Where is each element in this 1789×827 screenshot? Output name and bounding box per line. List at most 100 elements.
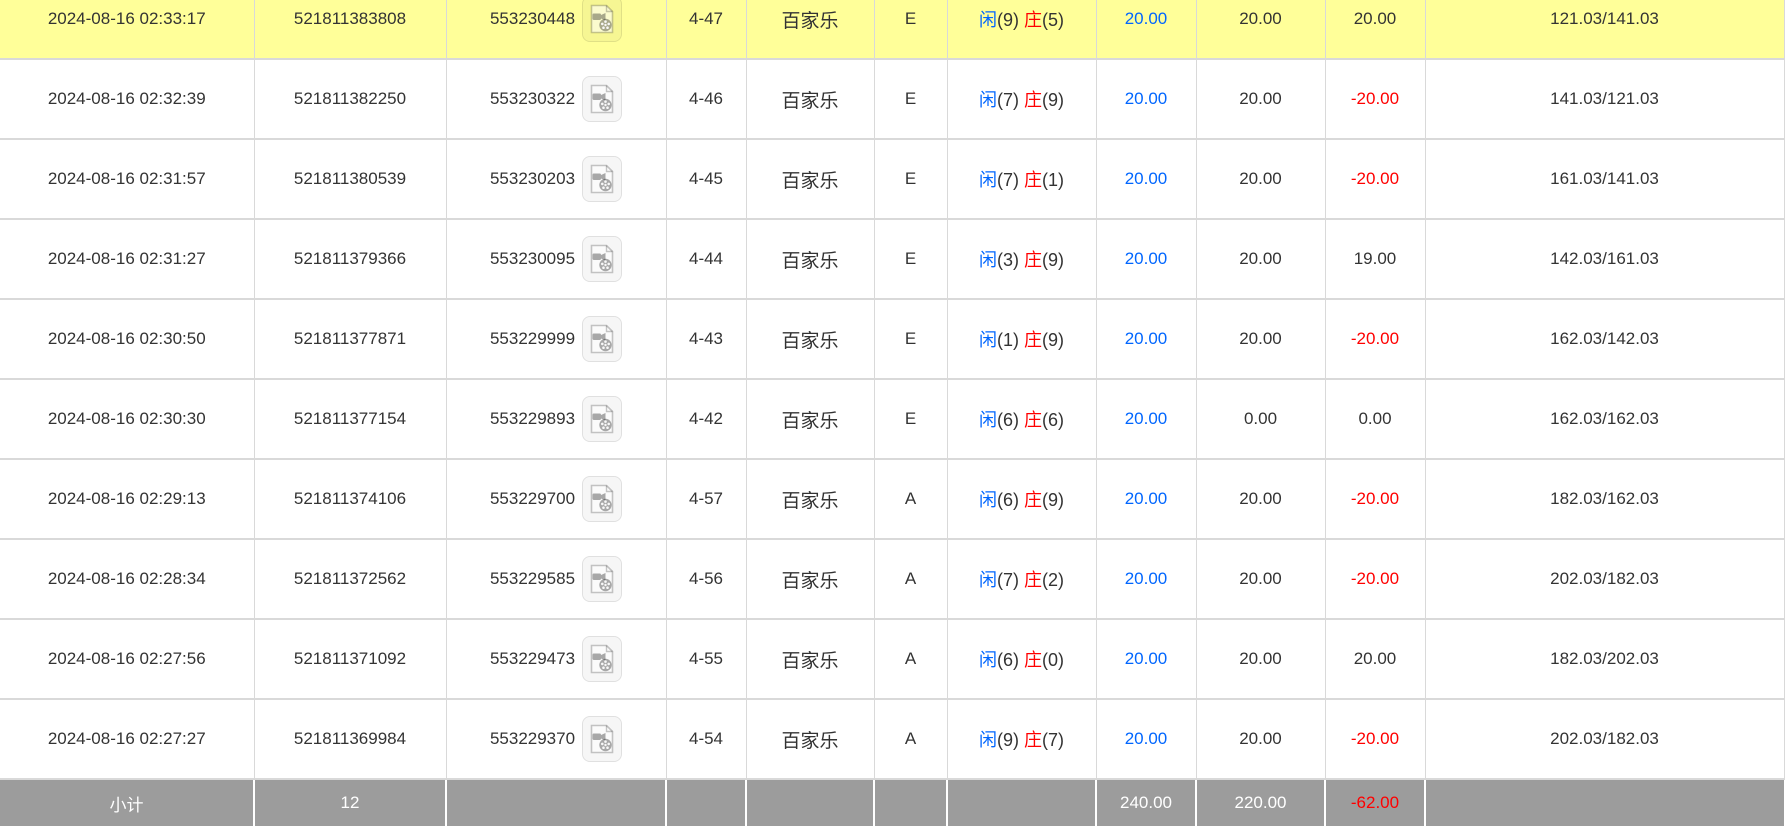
game-id-cell: 553229893 xyxy=(446,379,666,459)
video-replay-button[interactable] xyxy=(582,636,622,682)
video-replay-button[interactable] xyxy=(582,556,622,602)
game-name: 百家乐 xyxy=(746,0,874,59)
table-row: 2024-08-16 02:28:34 521811372562 5532295… xyxy=(0,539,1784,619)
game-id-cell: 553230322 xyxy=(446,59,666,139)
video-replay-button[interactable] xyxy=(582,236,622,282)
player-label: 闲 xyxy=(979,90,997,110)
bet-id: 521811383808 xyxy=(254,0,446,59)
player-score: (6) xyxy=(997,410,1019,430)
bet-amount-link[interactable]: 20.00 xyxy=(1125,649,1168,668)
film-document-icon xyxy=(589,4,615,34)
table-letter: E xyxy=(874,139,947,219)
shoe-round: 4-47 xyxy=(666,0,746,59)
player-label: 闲 xyxy=(979,570,997,590)
table-letter: A xyxy=(874,459,947,539)
shoe-round: 4-57 xyxy=(666,459,746,539)
game-result: 闲(9) 庄(7) xyxy=(947,699,1096,779)
banker-score: (9) xyxy=(1042,90,1064,110)
valid-amount: 0.00 xyxy=(1196,379,1325,459)
subtotal-empty-cell xyxy=(746,779,874,826)
game-id: 553229473 xyxy=(490,649,575,668)
banker-label: 庄 xyxy=(1024,250,1042,270)
bet-id: 521811369984 xyxy=(254,699,446,779)
player-score: (6) xyxy=(997,650,1019,670)
banker-score: (2) xyxy=(1042,570,1064,590)
bet-amount-link[interactable]: 20.00 xyxy=(1125,409,1168,428)
game-id: 553229370 xyxy=(490,729,575,748)
table-letter: A xyxy=(874,539,947,619)
bet-amount-link[interactable]: 20.00 xyxy=(1125,569,1168,588)
subtotal-row: 小计 12 240.00 220.00 -62.00 xyxy=(0,779,1784,826)
bet-time: 2024-08-16 02:27:56 xyxy=(0,619,254,699)
subtotal-valid-total: 220.00 xyxy=(1196,779,1325,826)
shoe-round: 4-55 xyxy=(666,619,746,699)
table-row: 2024-08-16 02:31:57 521811380539 5532302… xyxy=(0,139,1784,219)
win-loss-amount: 0.00 xyxy=(1325,379,1425,459)
bet-id: 521811377154 xyxy=(254,379,446,459)
bet-amount-link[interactable]: 20.00 xyxy=(1125,249,1168,268)
banker-score: (6) xyxy=(1042,410,1064,430)
player-label: 闲 xyxy=(979,330,997,350)
banker-label: 庄 xyxy=(1024,90,1042,110)
subtotal-winloss-total: -62.00 xyxy=(1325,779,1425,826)
shoe-round: 4-46 xyxy=(666,59,746,139)
game-result: 闲(7) 庄(2) xyxy=(947,539,1096,619)
table-letter: E xyxy=(874,299,947,379)
balance-before-after: 202.03/182.03 xyxy=(1425,699,1784,779)
game-result: 闲(7) 庄(1) xyxy=(947,139,1096,219)
game-id: 553230322 xyxy=(490,89,575,108)
table-row: 2024-08-16 02:29:13 521811374106 5532297… xyxy=(0,459,1784,539)
balance-before-after: 202.03/182.03 xyxy=(1425,539,1784,619)
film-document-icon xyxy=(589,404,615,434)
game-name: 百家乐 xyxy=(746,539,874,619)
win-loss-amount: 20.00 xyxy=(1325,0,1425,59)
bet-amount-link[interactable]: 20.00 xyxy=(1125,489,1168,508)
win-loss-amount: 19.00 xyxy=(1325,219,1425,299)
bet-amount-link[interactable]: 20.00 xyxy=(1125,169,1168,188)
win-loss-amount: -20.00 xyxy=(1325,699,1425,779)
video-replay-button[interactable] xyxy=(582,476,622,522)
game-result: 闲(6) 庄(9) xyxy=(947,459,1096,539)
player-score: (7) xyxy=(997,570,1019,590)
bet-amount-link[interactable]: 20.00 xyxy=(1125,729,1168,748)
bet-id: 521811372562 xyxy=(254,539,446,619)
game-id: 553230203 xyxy=(490,169,575,188)
records-viewport: 2024-08-16 02:33:17 521811383808 5532304… xyxy=(0,0,1789,827)
game-result: 闲(7) 庄(9) xyxy=(947,59,1096,139)
game-name: 百家乐 xyxy=(746,379,874,459)
video-replay-button[interactable] xyxy=(582,0,622,42)
game-name: 百家乐 xyxy=(746,699,874,779)
win-loss-amount: -20.00 xyxy=(1325,139,1425,219)
film-document-icon xyxy=(589,244,615,274)
banker-score: (0) xyxy=(1042,650,1064,670)
table-row: 2024-08-16 02:30:30 521811377154 5532298… xyxy=(0,379,1784,459)
game-id: 553229585 xyxy=(490,569,575,588)
bet-amount-link[interactable]: 20.00 xyxy=(1125,89,1168,108)
subtotal-empty-cell xyxy=(1425,779,1784,826)
valid-amount: 20.00 xyxy=(1196,299,1325,379)
bet-amount-cell: 20.00 xyxy=(1096,699,1196,779)
bet-amount-cell: 20.00 xyxy=(1096,139,1196,219)
video-replay-button[interactable] xyxy=(582,716,622,762)
bet-time: 2024-08-16 02:31:27 xyxy=(0,219,254,299)
bet-id: 521811371092 xyxy=(254,619,446,699)
video-replay-button[interactable] xyxy=(582,396,622,442)
bet-amount-link[interactable]: 20.00 xyxy=(1125,9,1168,28)
bet-amount-link[interactable]: 20.00 xyxy=(1125,329,1168,348)
player-label: 闲 xyxy=(979,410,997,430)
subtotal-label: 小计 xyxy=(0,779,254,826)
film-document-icon xyxy=(589,724,615,754)
valid-amount: 20.00 xyxy=(1196,459,1325,539)
video-replay-button[interactable] xyxy=(582,156,622,202)
bet-time: 2024-08-16 02:32:39 xyxy=(0,59,254,139)
table-row-highlighted: 2024-08-16 02:33:17 521811383808 5532304… xyxy=(0,0,1784,59)
subtotal-empty-cell xyxy=(874,779,947,826)
player-label: 闲 xyxy=(979,490,997,510)
video-replay-button[interactable] xyxy=(582,316,622,362)
film-document-icon xyxy=(589,164,615,194)
video-replay-button[interactable] xyxy=(582,76,622,122)
film-document-icon xyxy=(589,324,615,354)
valid-amount: 20.00 xyxy=(1196,59,1325,139)
table-row: 2024-08-16 02:27:27 521811369984 5532293… xyxy=(0,699,1784,779)
bet-amount-cell: 20.00 xyxy=(1096,379,1196,459)
